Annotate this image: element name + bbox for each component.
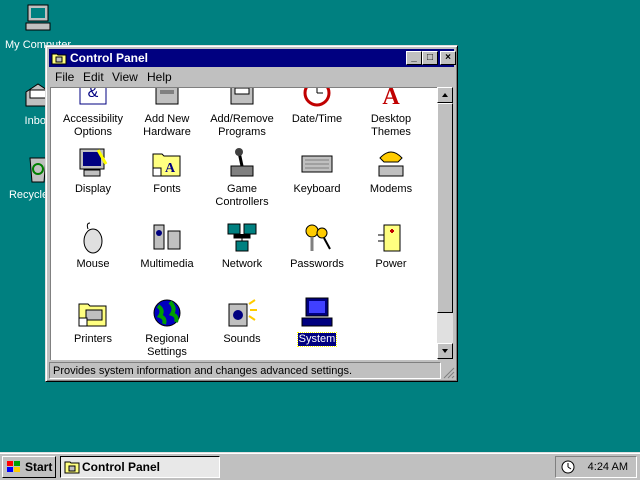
control-panel-window: Control Panel _ □ × File Edit View Help … — [45, 45, 458, 382]
keys-icon — [305, 224, 331, 251]
item-label: Power — [375, 258, 407, 270]
svg-text:A: A — [382, 87, 400, 110]
scroll-up-button[interactable] — [437, 87, 453, 103]
status-text: Provides system information and changes … — [53, 365, 352, 377]
system-computer-icon — [301, 297, 333, 327]
item-system[interactable]: System — [279, 296, 355, 347]
title-bar[interactable]: Control Panel _ □ × — [49, 49, 456, 67]
accessibility-icon: & — [79, 87, 107, 105]
svg-text:&: & — [88, 87, 99, 101]
item-multimedia[interactable]: Multimedia — [129, 221, 205, 271]
keyboard-icon — [301, 155, 333, 173]
item-modems[interactable]: Modems — [353, 146, 429, 196]
item-display[interactable]: Display — [55, 146, 131, 196]
display-icon — [79, 148, 108, 177]
control-panel-folder-icon — [64, 461, 80, 474]
modem-phone-icon — [378, 151, 404, 177]
joystick-icon — [230, 148, 254, 177]
item-add-new-hardware[interactable]: Add New Hardware — [129, 88, 205, 139]
speaker-icon — [228, 299, 257, 327]
item-label: System — [296, 332, 338, 347]
item-desktop-themes[interactable]: A Desktop Themes — [353, 87, 429, 139]
hardware-icon — [155, 88, 179, 105]
network-icon — [227, 223, 257, 252]
clock-icon — [303, 88, 331, 107]
item-fonts[interactable]: A Fonts — [129, 146, 205, 196]
item-label: Desktop Themes — [370, 113, 412, 138]
item-keyboard[interactable]: Keyboard — [279, 146, 355, 196]
desktop-themes-icon: A — [382, 87, 400, 110]
item-label: Mouse — [76, 258, 110, 270]
taskbar: Start Control Panel 4:24 AM — [0, 452, 640, 480]
status-bar: Provides system information and changes … — [49, 362, 441, 379]
maximize-button[interactable]: □ — [422, 51, 438, 65]
item-label: Game Controllers — [215, 183, 269, 208]
item-accessibility-options[interactable]: & Accessibility Options — [55, 87, 131, 139]
window-title: Control Panel — [70, 51, 149, 65]
item-sounds[interactable]: Sounds — [204, 296, 280, 346]
battery-icon — [378, 224, 401, 252]
windows-logo-icon — [7, 461, 20, 472]
system-tray: 4:24 AM — [555, 456, 637, 478]
scroll-thumb[interactable] — [437, 103, 453, 313]
control-panel-items: & Accessibility Options Add New Hardware… — [50, 87, 438, 360]
item-date-time[interactable]: Date/Time — [279, 88, 355, 126]
menu-bar: File Edit View Help — [49, 68, 454, 86]
item-label: Regional Settings — [145, 333, 189, 358]
item-label: Sounds — [223, 333, 261, 345]
item-label: Fonts — [153, 183, 181, 195]
tray-app-icon[interactable] — [560, 459, 576, 475]
minimize-icon: _ — [411, 52, 417, 63]
item-label: Passwords — [290, 258, 344, 270]
desktop-icon-my-computer[interactable]: My Computer — [0, 2, 78, 51]
computer-icon — [25, 4, 51, 31]
item-game-controllers[interactable]: Game Controllers — [204, 146, 280, 209]
item-network[interactable]: Network — [204, 221, 280, 271]
add-remove-programs-icon — [230, 88, 254, 105]
scroll-down-button[interactable] — [437, 343, 453, 359]
clock[interactable]: 4:24 AM — [588, 461, 628, 473]
menu-help[interactable]: Help — [147, 70, 172, 84]
fonts-folder-icon: A — [152, 153, 181, 177]
item-label: Modems — [369, 183, 413, 195]
item-label: Add/Remove Programs — [210, 113, 274, 138]
minimize-button[interactable]: _ — [406, 51, 422, 65]
item-label: Date/Time — [291, 113, 343, 125]
item-label: Network — [221, 258, 263, 270]
menu-edit[interactable]: Edit — [83, 70, 104, 84]
mouse-icon — [83, 222, 103, 254]
control-panel-folder-icon — [51, 53, 67, 65]
item-power[interactable]: Power — [353, 221, 429, 271]
close-icon: × — [445, 52, 451, 63]
item-passwords[interactable]: Passwords — [279, 221, 355, 271]
item-add-remove-programs[interactable]: Add/Remove Programs — [204, 88, 280, 139]
menu-file[interactable]: File — [55, 70, 74, 84]
item-label: Multimedia — [140, 258, 194, 270]
arrow-up-icon — [442, 93, 448, 97]
arrow-down-icon — [442, 349, 448, 353]
item-regional-settings[interactable]: Regional Settings — [129, 296, 205, 359]
start-button[interactable]: Start — [2, 456, 56, 478]
item-label: Keyboard — [293, 183, 341, 195]
globe-icon — [153, 299, 181, 327]
item-label: Printers — [74, 333, 112, 345]
maximize-icon: □ — [426, 52, 434, 63]
item-label: Accessibility Options — [63, 113, 123, 138]
item-label: Add New Hardware — [143, 113, 191, 138]
taskbar-button-label: Control Panel — [82, 460, 161, 474]
close-button[interactable]: × — [440, 51, 456, 65]
menu-view[interactable]: View — [112, 70, 138, 84]
svg-text:A: A — [165, 161, 176, 176]
item-mouse[interactable]: Mouse — [55, 221, 131, 271]
item-printers[interactable]: Printers — [55, 296, 131, 346]
resize-grip-icon[interactable] — [443, 367, 455, 379]
multimedia-icon — [153, 224, 181, 250]
start-label: Start — [25, 460, 53, 474]
item-label: Display — [74, 183, 112, 195]
printer-folder-icon — [78, 303, 107, 327]
vertical-scrollbar[interactable] — [437, 87, 453, 359]
taskbar-button-control-panel[interactable]: Control Panel — [60, 456, 220, 478]
